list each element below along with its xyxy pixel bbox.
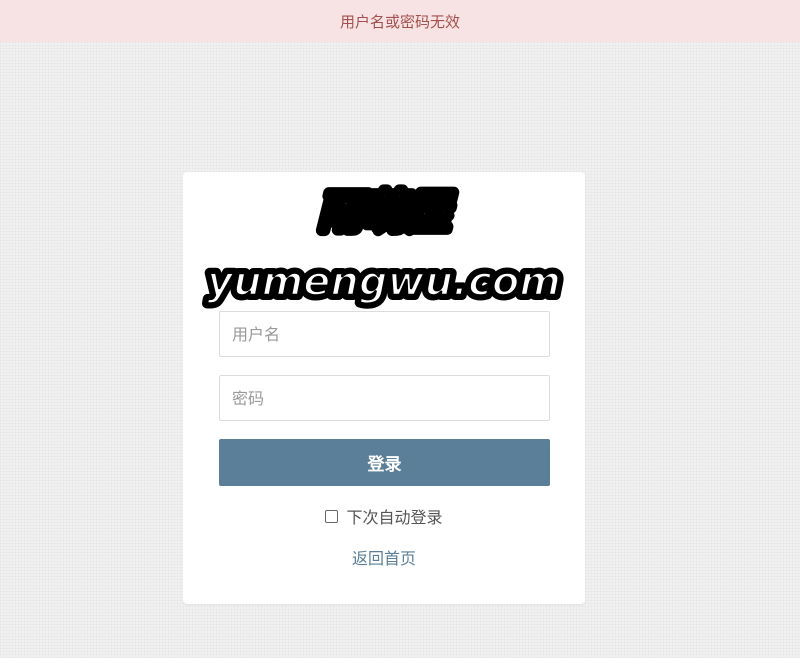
remember-checkbox[interactable]: [325, 509, 339, 523]
error-alert-bar: 用户名或密码无效: [0, 0, 800, 42]
logo-domain: yumengwu.com: [207, 259, 561, 305]
remember-me[interactable]: 下次自动登录: [183, 505, 585, 527]
remember-label: 下次自动登录: [346, 508, 443, 527]
username-input[interactable]: [219, 311, 550, 357]
password-input[interactable]: [219, 375, 550, 421]
login-card: 雨萌屋 雨萌屋 yumengwu.com yumengwu.com 登录 下次自…: [183, 172, 585, 604]
site-logo: 雨萌屋 雨萌屋 yumengwu.com yumengwu.com: [202, 182, 566, 310]
logo-title: 雨萌屋: [318, 187, 455, 238]
error-message: 用户名或密码无效: [339, 12, 460, 31]
back-home-link[interactable]: 返回首页: [183, 545, 585, 569]
login-button[interactable]: 登录: [219, 439, 550, 486]
